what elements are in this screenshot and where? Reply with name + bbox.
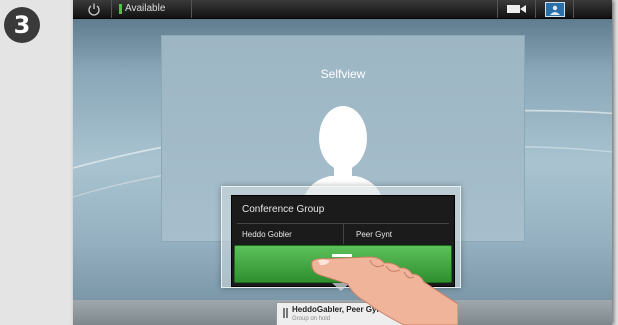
topbar-divider [573,0,574,18]
availability-status[interactable]: Available [125,3,165,14]
topbar-divider [497,0,498,18]
topbar-divider [191,0,192,18]
status-indicator [119,4,122,14]
selfview-title: Selfview [320,67,366,81]
pointing-hand-image [311,256,458,325]
topbar-divider [535,0,536,18]
person-silhouette-icon [550,5,560,15]
camera-icon[interactable] [505,3,529,15]
selfview-layout-icon[interactable] [545,2,565,17]
topbar-divider [111,0,112,18]
group-title: Conference Group [242,204,325,215]
pause-icon [283,308,289,320]
step-number-badge: 3 [4,7,40,43]
participant-name: Peer Gynt [356,230,393,239]
divider [343,224,344,244]
participant-name: Heddo Gobler [242,230,292,239]
top-status-bar: Available [73,0,612,19]
power-icon[interactable] [83,1,105,17]
